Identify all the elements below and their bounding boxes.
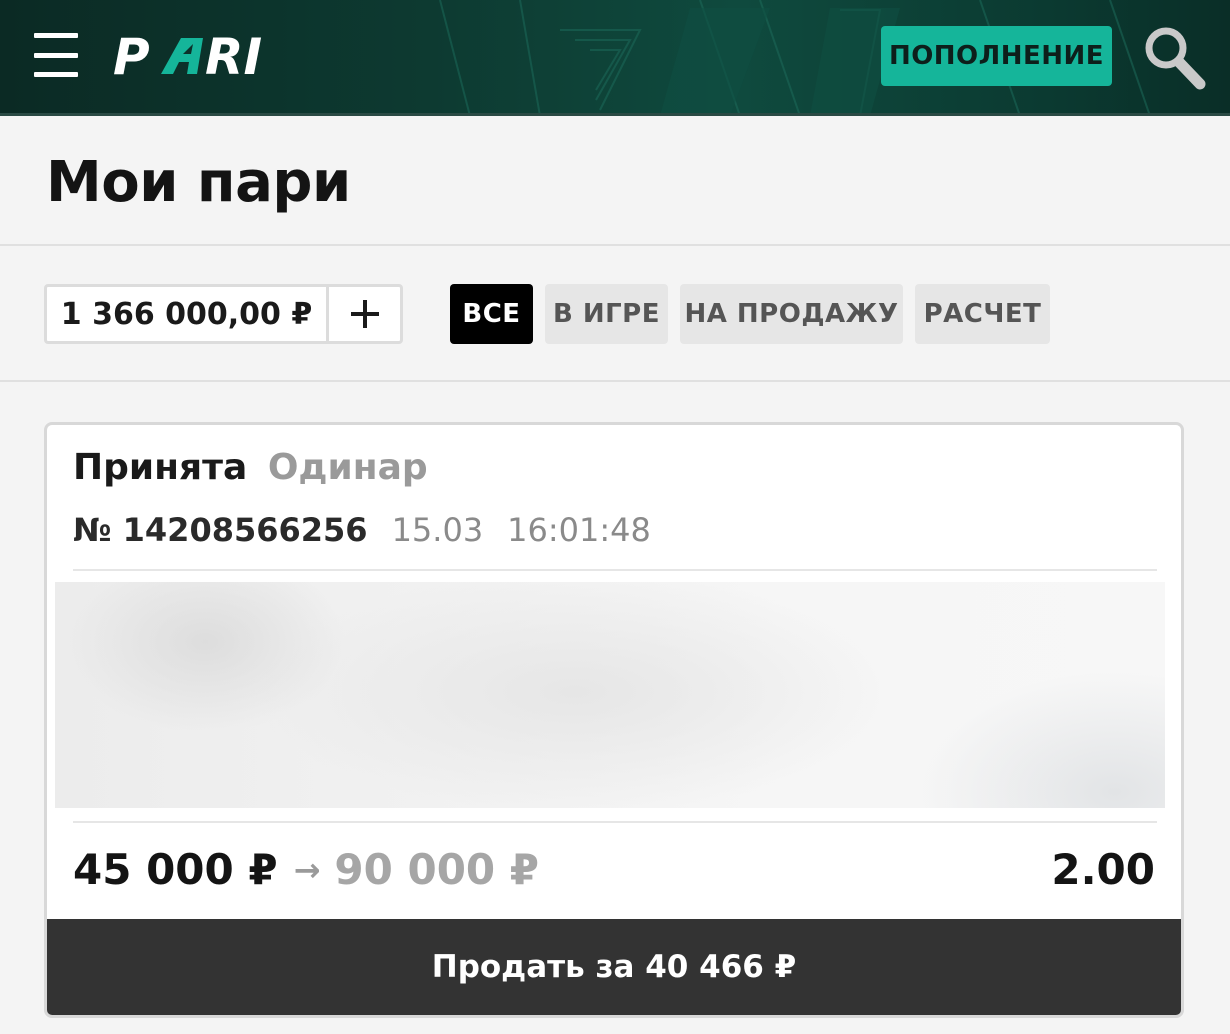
arrow-right-icon: →: [293, 850, 321, 889]
title-section: Мои пари: [0, 116, 1230, 246]
page-title: Мои пари: [46, 150, 351, 215]
divider: [73, 821, 1157, 823]
balance-widget: 1 366 000,00 ₽: [44, 284, 403, 344]
bet-number: № 14208566256: [73, 511, 368, 549]
search-icon[interactable]: [1142, 24, 1208, 92]
tab-all[interactable]: ВСЕ: [450, 284, 533, 344]
tab-settled[interactable]: РАСЧЕТ: [915, 284, 1050, 344]
bet-odds: 2.00: [1051, 845, 1155, 894]
bet-type: Одинар: [267, 447, 428, 488]
svg-text:P: P: [113, 30, 150, 82]
add-funds-button[interactable]: [329, 287, 400, 341]
tab-in-play[interactable]: В ИГРЕ: [545, 284, 668, 344]
bet-card[interactable]: Принята Одинар № 14208566256 15.03 16:01…: [44, 422, 1184, 1018]
bet-date: 15.03: [391, 511, 484, 549]
balance-amount: 1 366 000,00 ₽: [47, 287, 329, 341]
pari-logo[interactable]: P RI: [113, 30, 308, 82]
filter-bar: 1 366 000,00 ₽ ВСЕ В ИГРЕ НА ПРОДАЖУ РАС…: [0, 248, 1230, 382]
bet-header: Принята Одинар: [73, 447, 428, 488]
bet-status: Принята: [73, 447, 248, 488]
bet-time: 16:01:48: [507, 511, 651, 549]
potential-payout: 90 000 ₽: [334, 845, 539, 894]
bet-meta: № 14208566256 15.03 16:01:48: [73, 511, 651, 549]
tab-for-sale[interactable]: НА ПРОДАЖУ: [680, 284, 903, 344]
svg-text:RI: RI: [205, 30, 262, 82]
plus-icon: [350, 300, 379, 328]
hamburger-menu-icon[interactable]: [34, 33, 78, 77]
bet-amounts: 45 000 ₽ → 90 000 ₽: [73, 845, 539, 894]
stake-amount: 45 000 ₽: [73, 845, 278, 894]
deposit-button[interactable]: ПОПОЛНЕНИЕ: [881, 26, 1112, 86]
divider: [73, 569, 1157, 571]
top-header: P RI ПОПОЛНЕНИЕ: [0, 0, 1230, 116]
blurred-event-details: [55, 582, 1165, 808]
sell-bet-button[interactable]: Продать за 40 466 ₽: [47, 919, 1181, 1015]
